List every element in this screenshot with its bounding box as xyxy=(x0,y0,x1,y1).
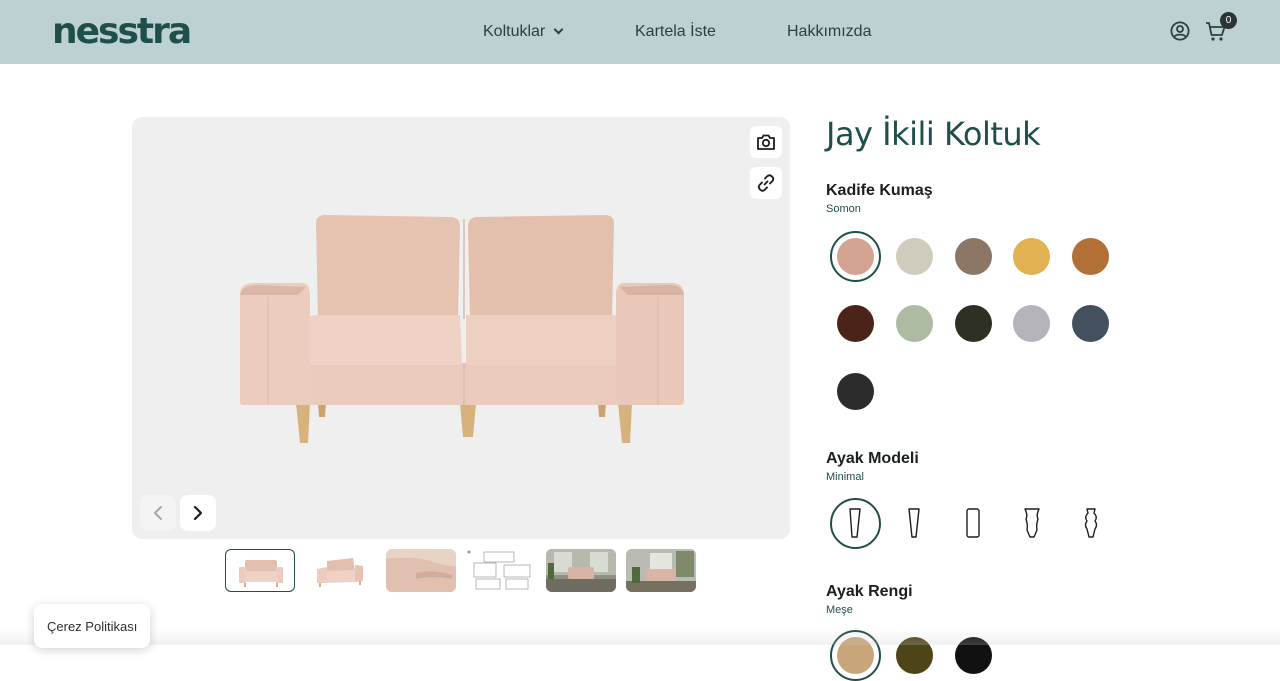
leg-color-section-title: Ayak Rengi xyxy=(826,583,913,600)
leg-block-icon[interactable] xyxy=(961,505,985,541)
thumbnail-front[interactable] xyxy=(225,549,295,592)
thumbnail-dimensions[interactable] xyxy=(466,549,536,592)
product-gallery xyxy=(132,117,790,539)
thumbnail-image xyxy=(386,557,456,592)
thumbnail-image xyxy=(239,560,283,587)
link-icon xyxy=(757,174,775,192)
fabric-swatch[interactable] xyxy=(896,305,933,342)
chevron-right-icon xyxy=(193,505,203,521)
thumbnail-room-2[interactable] xyxy=(626,549,696,592)
thumbnail-detail[interactable] xyxy=(386,549,456,592)
nav-kartela-iste[interactable]: Kartela İste xyxy=(635,22,716,42)
cookie-policy-button[interactable]: Çerez Politikası xyxy=(34,604,150,648)
fabric-swatch[interactable] xyxy=(896,238,933,275)
leg-tapered-icon[interactable] xyxy=(902,505,926,541)
bottom-edge xyxy=(0,628,1280,645)
prev-image-button[interactable] xyxy=(140,495,176,531)
chevron-down-icon xyxy=(553,24,564,35)
thumbnail-image xyxy=(317,558,363,587)
fabric-swatch[interactable] xyxy=(1072,305,1109,342)
fabric-swatch-somon[interactable] xyxy=(837,238,874,275)
product-title: Jay İkili Koltuk xyxy=(826,115,1041,153)
leg-turned-icon[interactable] xyxy=(1079,505,1103,541)
logo[interactable]: nesstra xyxy=(52,12,192,52)
fabric-swatch[interactable] xyxy=(1072,238,1109,275)
next-image-button[interactable] xyxy=(180,495,216,531)
fabric-swatch[interactable] xyxy=(837,373,874,410)
fabric-swatch[interactable] xyxy=(955,305,992,342)
leg-color-selected: Meşe xyxy=(826,604,853,616)
product-image[interactable] xyxy=(238,211,686,451)
camera-button[interactable] xyxy=(750,126,782,158)
nav-koltuklar-label: Koltuklar xyxy=(483,23,546,40)
user-icon[interactable] xyxy=(1170,21,1190,41)
nav-koltuklar[interactable]: Koltuklar xyxy=(483,22,564,42)
leg-minimal-icon[interactable] xyxy=(843,505,867,541)
thumbnail-image xyxy=(546,549,616,592)
leg-curved-icon[interactable] xyxy=(1020,505,1044,541)
fabric-swatch[interactable] xyxy=(955,238,992,275)
leg-model-section-title: Ayak Modeli xyxy=(826,450,919,467)
thumbnail-angle[interactable] xyxy=(305,549,375,592)
thumbnail-room-1[interactable] xyxy=(546,549,616,592)
chevron-left-icon xyxy=(154,506,162,520)
fabric-selected-color: Somon xyxy=(826,203,861,215)
thumbnail-image xyxy=(467,550,531,590)
nav-hakkimizda[interactable]: Hakkımızda xyxy=(787,22,871,42)
camera-icon xyxy=(757,134,775,150)
fabric-swatch[interactable] xyxy=(1013,305,1050,342)
fabric-swatch[interactable] xyxy=(837,305,874,342)
leg-model-selected: Minimal xyxy=(826,471,864,483)
thumbnail-image xyxy=(626,549,696,592)
cart-count-badge: 0 xyxy=(1220,12,1237,29)
site-header: nesstra Koltuklar Kartela İste Hakkımızd… xyxy=(0,0,1280,64)
fabric-section-title: Kadife Kumaş xyxy=(826,182,933,199)
fabric-swatch[interactable] xyxy=(1013,238,1050,275)
copy-link-button[interactable] xyxy=(750,167,782,199)
